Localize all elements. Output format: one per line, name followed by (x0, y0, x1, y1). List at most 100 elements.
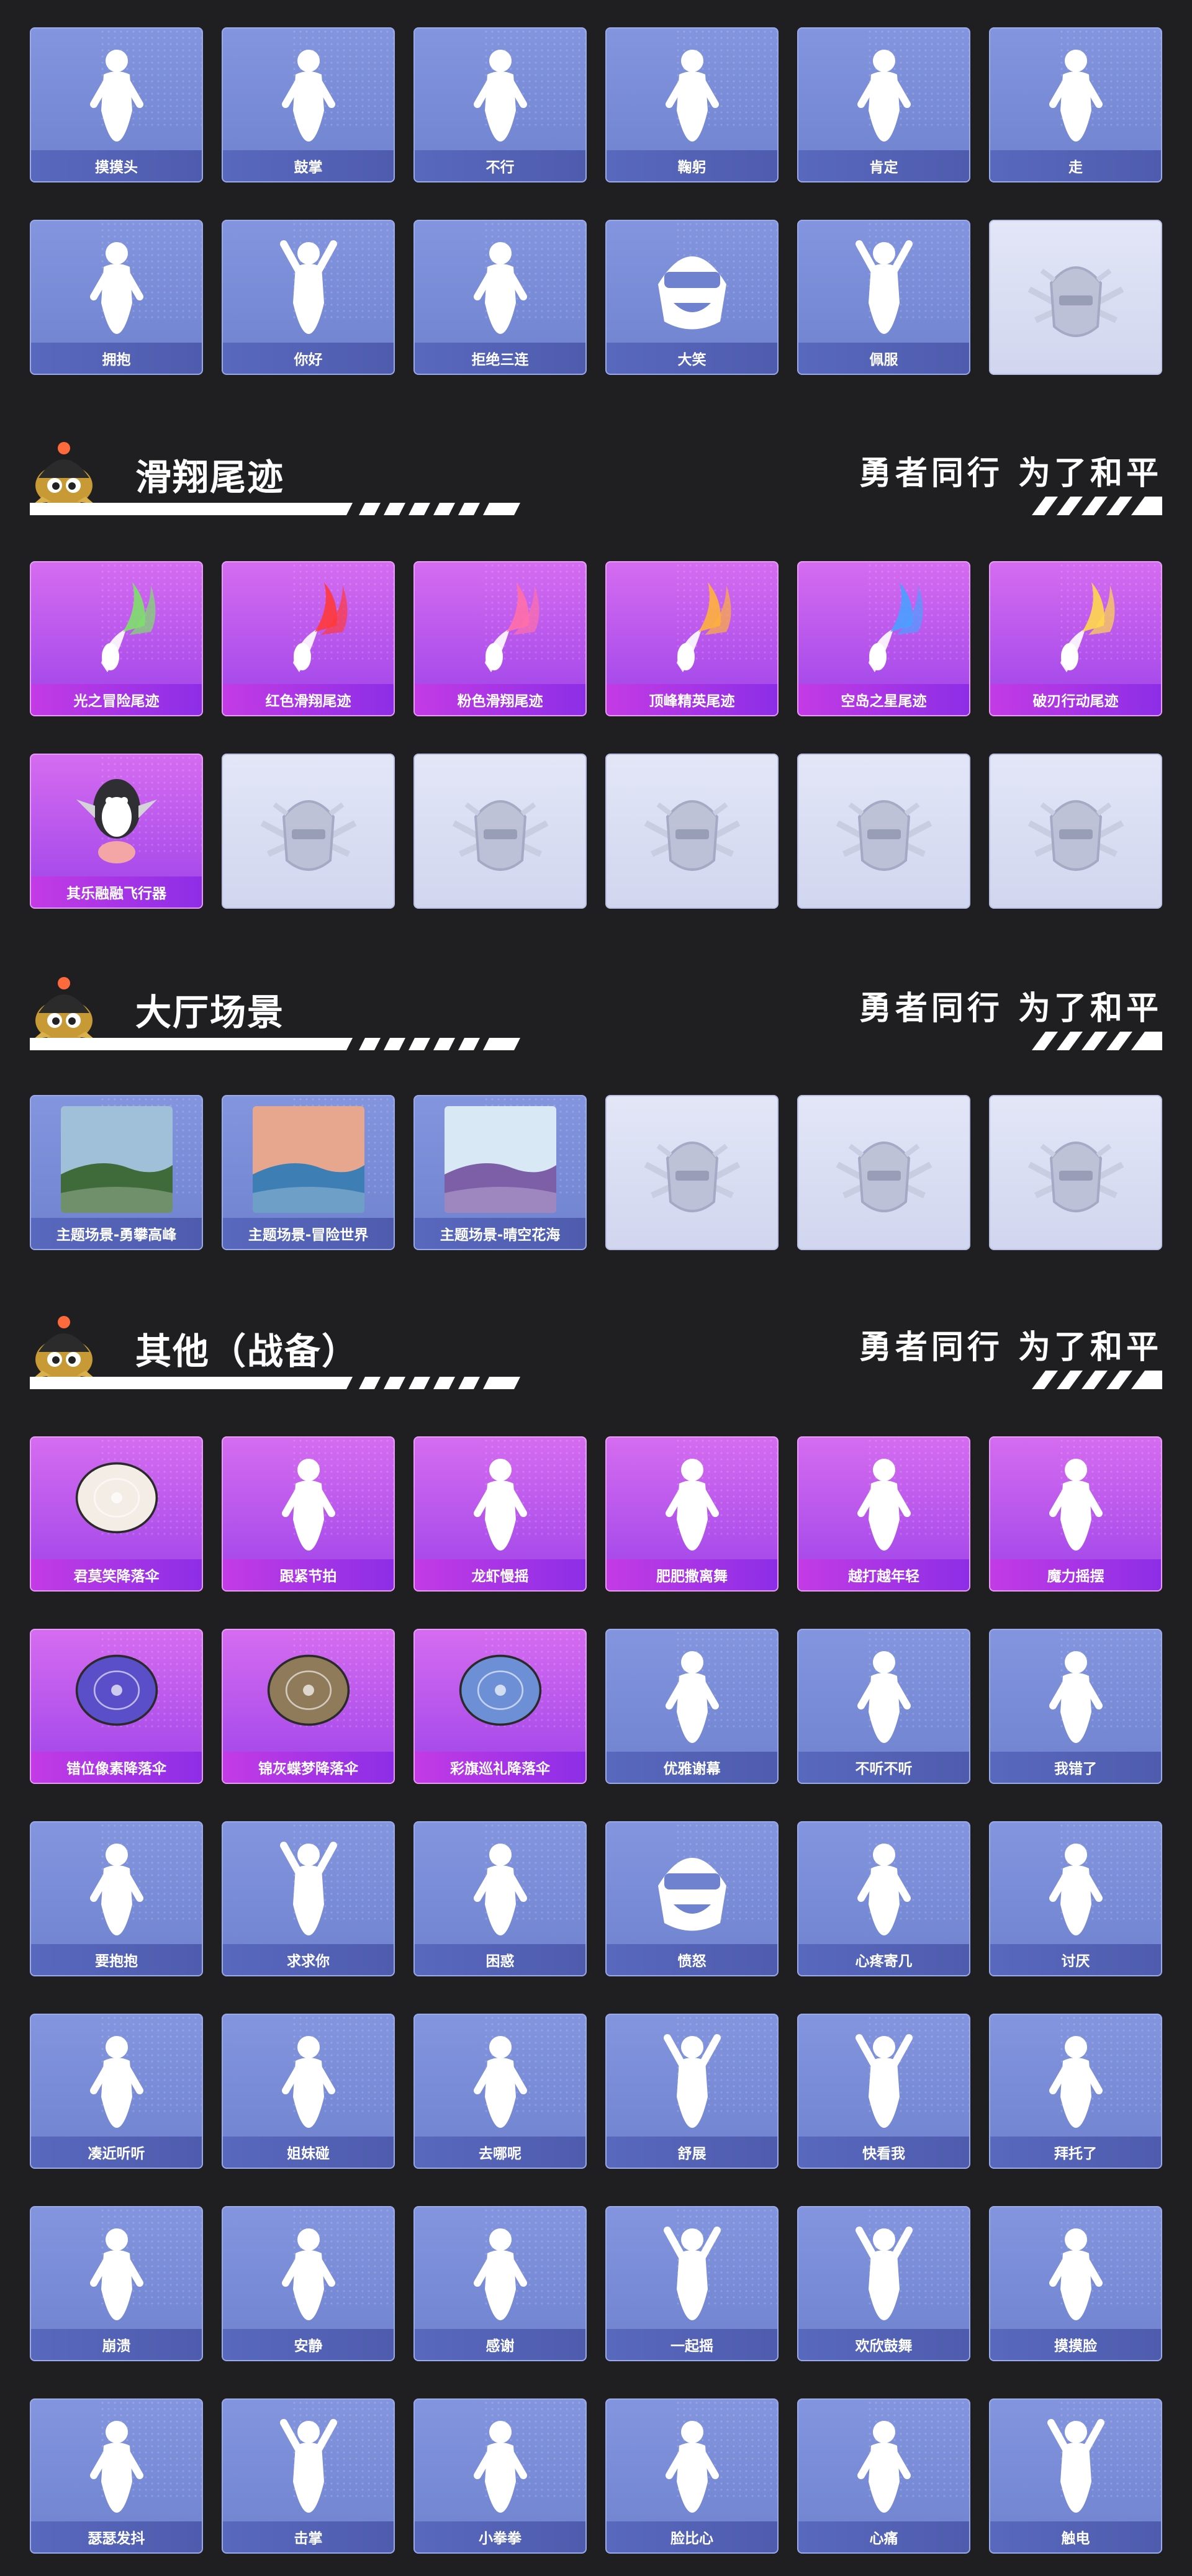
item-label: 心痛 (798, 2521, 969, 2552)
item-card[interactable]: 魔力摇摆 (989, 1436, 1162, 1592)
item-card[interactable]: 去哪呢 (413, 2014, 587, 2169)
item-label: 困惑 (415, 1944, 585, 1975)
item-label: 越打越年轻 (798, 1559, 969, 1590)
stretching-figure-icon (663, 2034, 721, 2128)
look-at-me-icon (855, 2034, 913, 2128)
item-card[interactable]: 其乐融融飞行器 (30, 754, 203, 909)
locked-item-card[interactable] (989, 754, 1162, 909)
item-card[interactable]: 要抱抱 (30, 1821, 203, 1976)
item-card[interactable]: 你好 (222, 220, 395, 375)
item-card[interactable]: 破刃行动尾迹 (989, 561, 1162, 716)
parachute-icon (75, 1654, 158, 1726)
item-card[interactable]: 龙虾慢摇 (413, 1436, 587, 1592)
item-card[interactable]: 光之冒险尾迹 (30, 561, 203, 716)
item-card[interactable]: 拥抱 (30, 220, 203, 375)
item-card[interactable]: 红色滑翔尾迹 (222, 561, 395, 716)
locked-item-card[interactable] (989, 220, 1162, 375)
item-card[interactable]: 主题场景-冒险世界 (222, 1095, 395, 1250)
locked-item-card[interactable] (222, 754, 395, 909)
item-card[interactable]: 锦灰蝶梦降落伞 (222, 1629, 395, 1784)
item-card[interactable]: 脸比心 (605, 2398, 779, 2554)
item-label: 要抱抱 (31, 1944, 202, 1975)
item-label: 肯定 (798, 150, 969, 181)
item-card[interactable]: 心痛 (797, 2398, 970, 2554)
item-card[interactable]: 击掌 (222, 2398, 395, 2554)
item-card[interactable]: 快看我 (797, 2014, 970, 2169)
item-card[interactable]: 求求你 (222, 1821, 395, 1976)
pubg-emblem-icon (644, 1142, 740, 1212)
item-card[interactable]: 优雅谢幕 (605, 1629, 779, 1784)
item-card[interactable]: 拜托了 (989, 2014, 1162, 2169)
item-card[interactable]: 大笑 (605, 220, 779, 375)
item-label: 姐妹碰 (223, 2137, 394, 2168)
collapsed-figure-icon (89, 2228, 143, 2320)
item-label: 鼓掌 (223, 150, 394, 181)
item-card[interactable]: 空岛之星尾迹 (797, 561, 970, 716)
cheering-figure-icon (855, 2227, 913, 2320)
section-title: 其他（战备） (135, 1330, 359, 1372)
item-card[interactable]: 困惑 (413, 1821, 587, 1976)
item-card[interactable]: 彩旗巡礼降落伞 (413, 1629, 587, 1784)
locked-item-card[interactable] (605, 754, 779, 909)
locked-item-card[interactable] (605, 1095, 779, 1250)
item-label: 安静 (223, 2329, 394, 2360)
item-card[interactable]: 摸摸头 (30, 27, 203, 182)
locked-item-card[interactable] (989, 1095, 1162, 1250)
section-title: 大厅场景 (135, 991, 285, 1034)
heart-hands-icon (473, 2228, 527, 2320)
item-card[interactable]: 讨厌 (989, 1821, 1162, 1976)
item-card[interactable]: 感谢 (413, 2206, 587, 2361)
item-label: 摸摸头 (31, 150, 202, 181)
item-card[interactable]: 愤怒 (605, 1821, 779, 1976)
parachute-icon (267, 1654, 350, 1726)
item-card[interactable]: 主题场景-勇攀高峰 (30, 1095, 203, 1250)
locked-item-card[interactable] (797, 754, 970, 909)
item-label: 拥抱 (31, 343, 202, 374)
admiring-figure-icon (855, 240, 913, 334)
item-card[interactable]: 不行 (413, 27, 587, 182)
flower-field-scene-icon (444, 1106, 556, 1213)
pubg-emblem-icon (644, 800, 740, 871)
face-heart-icon (665, 2421, 719, 2513)
locked-item-card[interactable] (413, 754, 587, 909)
item-card[interactable]: 鞠躬 (605, 27, 779, 182)
item-label: 破刃行动尾迹 (990, 684, 1161, 715)
apologizing-figure-icon (1049, 1651, 1103, 1743)
item-card[interactable]: 摸摸脸 (989, 2206, 1162, 2361)
trail-red-icon (292, 582, 347, 672)
item-card[interactable]: 姐妹碰 (222, 2014, 395, 2169)
item-card[interactable]: 鼓掌 (222, 27, 395, 182)
item-card[interactable]: 肥肥撒离舞 (605, 1436, 779, 1592)
item-card[interactable]: 拒绝三连 (413, 220, 587, 375)
item-card[interactable]: 粉色滑翔尾迹 (413, 561, 587, 716)
item-card[interactable]: 佩服 (797, 220, 970, 375)
item-card[interactable]: 瑟瑟发抖 (30, 2398, 203, 2554)
section-header-other: 其他（战备） 勇者同行 为了和平 (30, 1308, 1162, 1389)
item-card[interactable]: 小拳拳 (413, 2398, 587, 2554)
item-card[interactable]: 越打越年轻 (797, 1436, 970, 1592)
parachute-icon (459, 1654, 541, 1726)
section-title: 滑翔尾迹 (135, 456, 285, 498)
item-card[interactable]: 君莫笑降落伞 (30, 1436, 203, 1592)
item-card[interactable]: 不听不听 (797, 1629, 970, 1784)
item-card[interactable]: 错位像素降落伞 (30, 1629, 203, 1784)
item-card[interactable]: 凑近听听 (30, 2014, 203, 2169)
item-card[interactable]: 肯定 (797, 27, 970, 182)
item-card[interactable]: 主题场景-晴空花海 (413, 1095, 587, 1250)
item-label: 佩服 (798, 343, 969, 374)
item-card[interactable]: 欢欣鼓舞 (797, 2206, 970, 2361)
item-label: 彩旗巡礼降落伞 (415, 1752, 585, 1783)
item-card[interactable]: 顶峰精英尾迹 (605, 561, 779, 716)
item-card[interactable]: 心疼寄几 (797, 1821, 970, 1976)
item-card[interactable]: 安静 (222, 2206, 395, 2361)
item-label: 小拳拳 (415, 2521, 585, 2552)
item-card[interactable]: 触电 (989, 2398, 1162, 2554)
item-card[interactable]: 舒展 (605, 2014, 779, 2169)
item-card[interactable]: 我错了 (989, 1629, 1162, 1784)
locked-item-card[interactable] (797, 1095, 970, 1250)
item-card[interactable]: 崩溃 (30, 2206, 203, 2361)
item-card[interactable]: 跟紧节拍 (222, 1436, 395, 1592)
item-card[interactable]: 走 (989, 27, 1162, 182)
item-card[interactable]: 一起摇 (605, 2206, 779, 2361)
emote-grid-top: 摸摸头 鼓掌 不行 鞠躬 肯定走拥抱 你好 拒绝三连 大笑 佩服 (30, 27, 1162, 375)
